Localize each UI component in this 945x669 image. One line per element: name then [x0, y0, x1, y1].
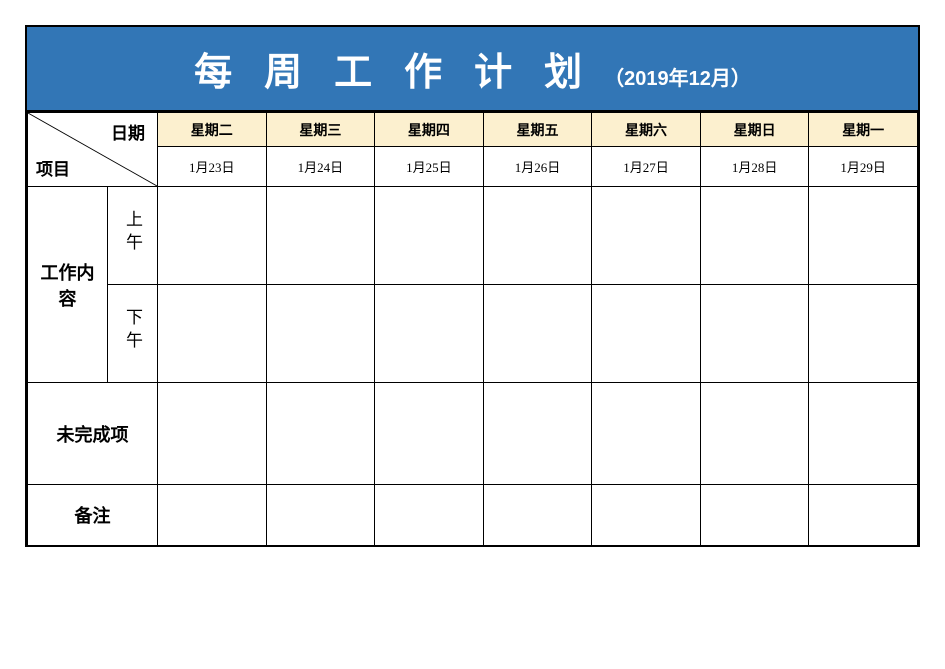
cell-morning[interactable]	[375, 187, 484, 285]
cell-incomplete[interactable]	[700, 383, 809, 485]
work-content-label: 工作内容	[28, 187, 108, 383]
cell-morning[interactable]	[266, 187, 375, 285]
cell-morning[interactable]	[158, 187, 267, 285]
header-row-weekday: 日期 项目 星期二 星期三 星期四 星期五 星期六 星期日 星期一	[28, 113, 918, 147]
cell-incomplete[interactable]	[592, 383, 701, 485]
weekday-header: 星期三	[266, 113, 375, 147]
cell-remark[interactable]	[483, 485, 592, 545]
cell-afternoon[interactable]	[592, 285, 701, 383]
cell-afternoon[interactable]	[700, 285, 809, 383]
corner-cell: 日期 项目	[28, 113, 158, 187]
incomplete-label: 未完成项	[28, 383, 158, 485]
weekday-header: 星期二	[158, 113, 267, 147]
cell-incomplete[interactable]	[375, 383, 484, 485]
weekday-header: 星期六	[592, 113, 701, 147]
cell-morning[interactable]	[700, 187, 809, 285]
date-header: 1月23日	[158, 147, 267, 187]
date-header: 1月26日	[483, 147, 592, 187]
cell-remark[interactable]	[700, 485, 809, 545]
cell-remark[interactable]	[809, 485, 918, 545]
page-subtitle: （2019年12月）	[604, 62, 751, 91]
remark-label: 备注	[28, 485, 158, 545]
cell-afternoon[interactable]	[158, 285, 267, 383]
weekday-header: 星期一	[809, 113, 918, 147]
row-incomplete: 未完成项	[28, 383, 918, 485]
cell-incomplete[interactable]	[809, 383, 918, 485]
cell-afternoon[interactable]	[375, 285, 484, 383]
row-remark: 备注	[28, 485, 918, 545]
cell-incomplete[interactable]	[483, 383, 592, 485]
row-afternoon: 下午	[28, 285, 918, 383]
weekday-header: 星期五	[483, 113, 592, 147]
row-morning: 工作内容 上午	[28, 187, 918, 285]
cell-afternoon[interactable]	[266, 285, 375, 383]
cell-remark[interactable]	[158, 485, 267, 545]
cell-afternoon[interactable]	[809, 285, 918, 383]
date-header: 1月25日	[375, 147, 484, 187]
cell-afternoon[interactable]	[483, 285, 592, 383]
corner-date-label: 日期	[111, 119, 145, 144]
date-header: 1月28日	[700, 147, 809, 187]
corner-project-label: 项目	[36, 155, 70, 180]
cell-incomplete[interactable]	[158, 383, 267, 485]
plan-table: 日期 项目 星期二 星期三 星期四 星期五 星期六 星期日 星期一 1月23日 …	[27, 112, 918, 545]
page-title: 每周工作计划	[194, 41, 614, 96]
cell-incomplete[interactable]	[266, 383, 375, 485]
header-row-date: 1月23日 1月24日 1月25日 1月26日 1月27日 1月28日 1月29…	[28, 147, 918, 187]
cell-morning[interactable]	[483, 187, 592, 285]
worksheet-container: 每周工作计划 （2019年12月） 日期 项目 星期二 星期三 星期四 星期五 …	[25, 25, 920, 547]
cell-remark[interactable]	[592, 485, 701, 545]
cell-remark[interactable]	[266, 485, 375, 545]
weekday-header: 星期日	[700, 113, 809, 147]
cell-morning[interactable]	[809, 187, 918, 285]
afternoon-label: 下午	[108, 285, 158, 383]
date-header: 1月27日	[592, 147, 701, 187]
weekday-header: 星期四	[375, 113, 484, 147]
date-header: 1月29日	[809, 147, 918, 187]
title-bar: 每周工作计划 （2019年12月）	[27, 27, 918, 112]
cell-remark[interactable]	[375, 485, 484, 545]
morning-label: 上午	[108, 187, 158, 285]
cell-morning[interactable]	[592, 187, 701, 285]
date-header: 1月24日	[266, 147, 375, 187]
